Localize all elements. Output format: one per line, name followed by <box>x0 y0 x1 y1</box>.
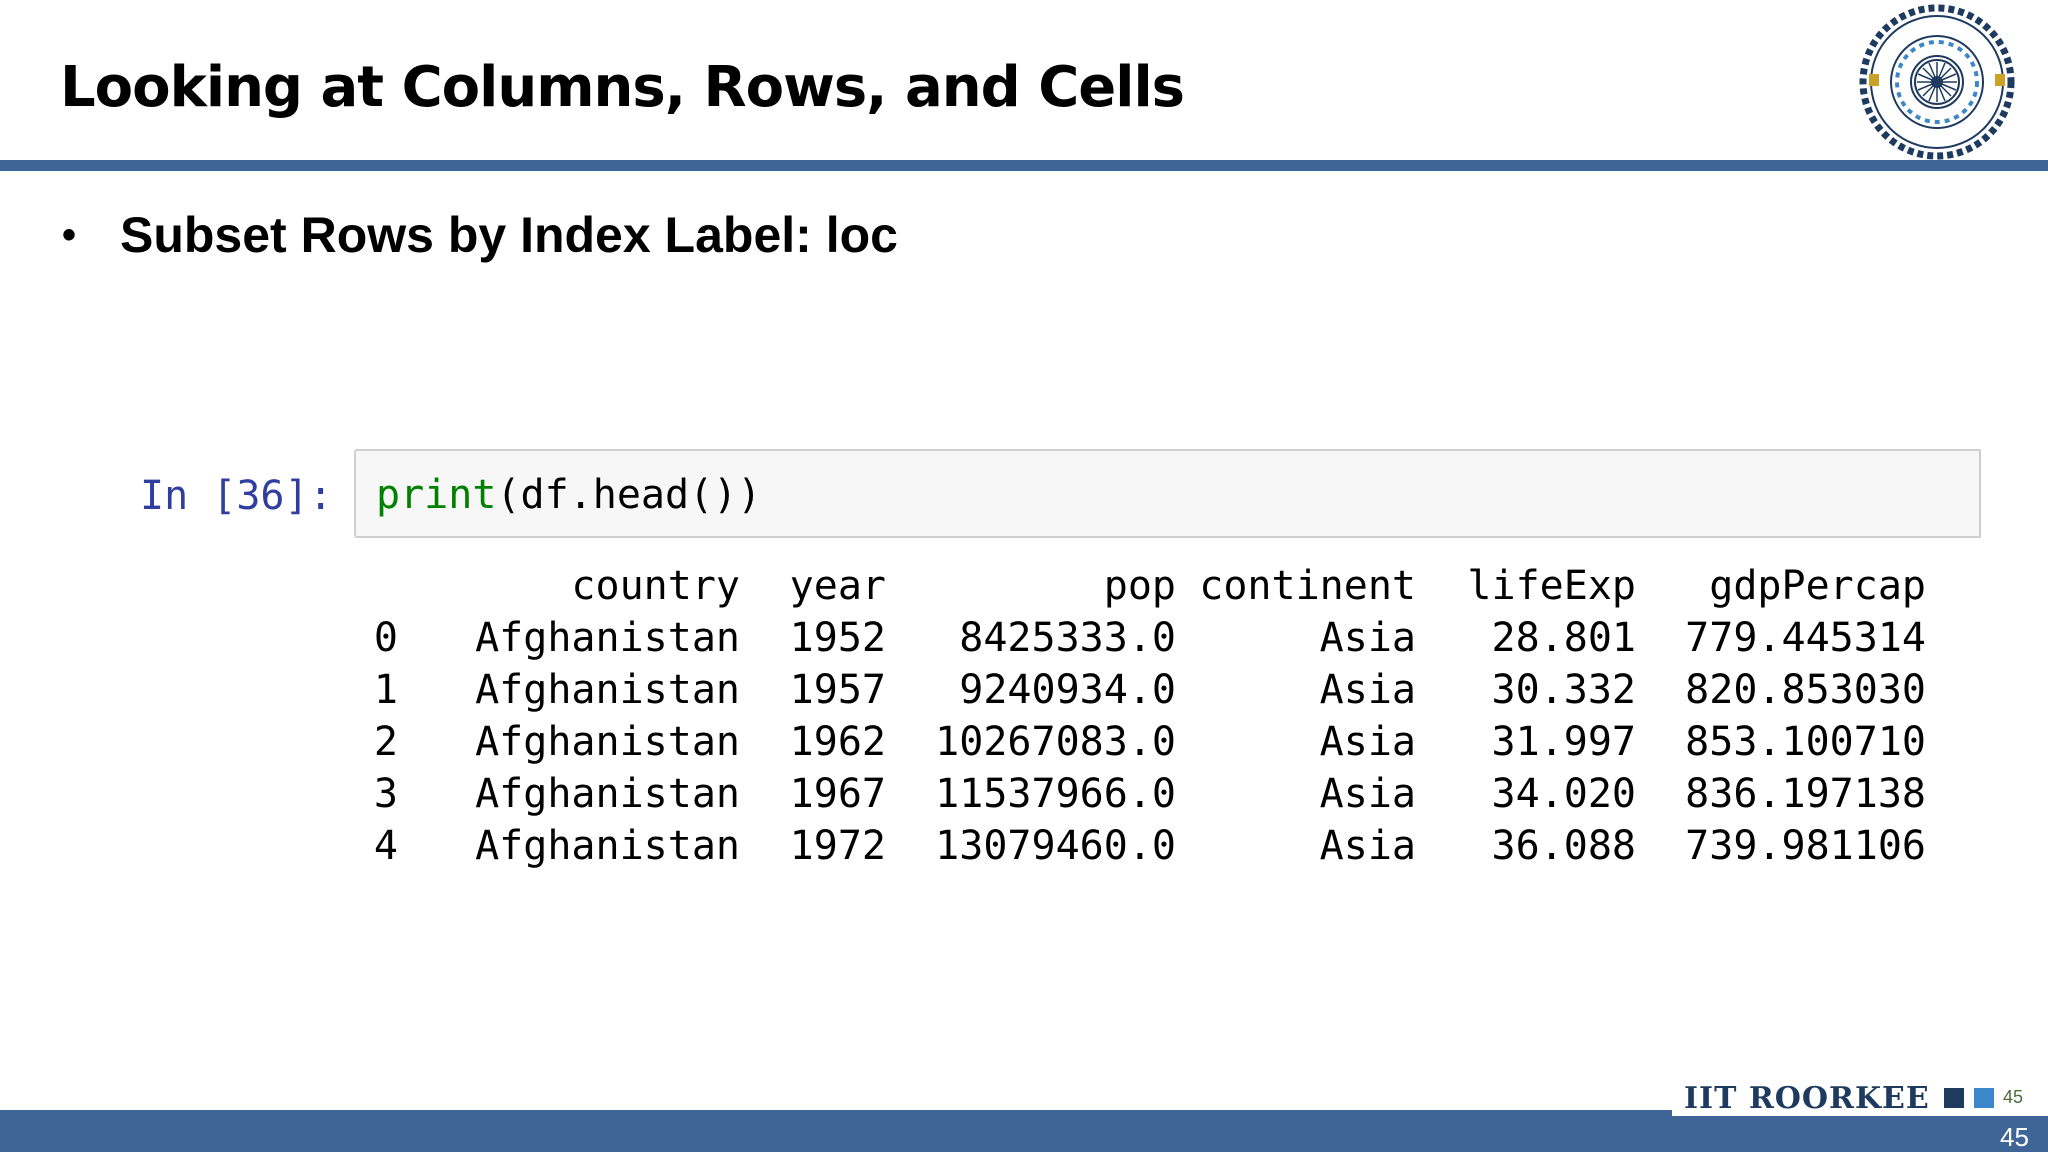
df-cell-gdpPercap: 779.445314 <box>1685 615 1926 661</box>
df-cell-lifeExp: 34.020 <box>1491 771 1637 817</box>
df-row: 1 Afghanistan 1957 9240934.0 Asia 30.332 820.8… <box>368 664 1926 716</box>
dataframe-output: country year pop continent lifeExp gdpPercap 0… <box>368 560 1926 872</box>
footer-mini-number: 45 <box>2003 1087 2024 1107</box>
brand-square-icon <box>1973 1088 1994 1108</box>
brand-square-icon <box>1943 1088 1964 1108</box>
df-cell-index: 4 <box>373 823 398 869</box>
df-row: 2 Afghanistan 1962 10267083.0 Asia 31.997 853.… <box>368 716 1926 768</box>
df-cell-index: 3 <box>373 771 398 817</box>
footer-brand: IIT ROORKEE <box>1684 1080 1930 1116</box>
header-divider <box>0 160 2048 171</box>
df-cell-index: 0 <box>373 615 398 661</box>
df-cell-continent: Asia <box>1319 615 1416 661</box>
footer-bar <box>0 1110 2048 1152</box>
df-cell-country: Afghanistan <box>475 667 740 713</box>
df-cell-country: Afghanistan <box>475 823 740 869</box>
df-header-pop: pop <box>1103 563 1176 609</box>
df-cell-index: 2 <box>373 719 398 765</box>
df-row: 4 Afghanistan 1972 13079460.0 Asia 36.088 739.… <box>368 820 1926 872</box>
df-cell-index: 1 <box>373 667 398 713</box>
df-row: 0 Afghanistan 1952 8425333.0 Asia 28.801 779.4… <box>368 612 1926 664</box>
cell-prompt: In [36]: <box>140 473 333 519</box>
df-header-country: country <box>571 563 740 609</box>
df-cell-year: 1962 <box>789 719 886 765</box>
df-header-lifeExp: lifeExp <box>1467 563 1636 609</box>
bullet-marker-icon: • <box>62 213 77 257</box>
code-cell[interactable]: print(df.head()) <box>354 449 1981 538</box>
slide-title: Looking at Columns, Rows, and Cells <box>60 55 1185 120</box>
df-cell-pop: 10267083.0 <box>935 719 1176 765</box>
code-line: print(df.head()) <box>376 465 761 525</box>
df-cell-gdpPercap: 820.853030 <box>1685 667 1926 713</box>
df-header-gdpPercap: gdpPercap <box>1709 563 1926 609</box>
df-cell-pop: 11537966.0 <box>935 771 1176 817</box>
df-cell-pop: 8425333.0 <box>959 615 1176 661</box>
df-header-continent: continent <box>1199 563 1416 609</box>
df-cell-continent: Asia <box>1319 823 1416 869</box>
df-cell-gdpPercap: 853.100710 <box>1685 719 1926 765</box>
page-number: 45 <box>2000 1122 2029 1152</box>
df-cell-country: Afghanistan <box>475 615 740 661</box>
bullet-text: Subset Rows by Index Label: loc <box>120 207 898 263</box>
df-header-index <box>368 560 398 612</box>
df-header-row: country year pop continent lifeExp gdpPercap <box>368 560 1926 612</box>
df-cell-year: 1972 <box>789 823 886 869</box>
df-cell-pop: 9240934.0 <box>959 667 1176 713</box>
df-cell-gdpPercap: 739.981106 <box>1685 823 1926 869</box>
footer-brand-box: IIT ROORKEE <box>1672 1080 2048 1116</box>
df-cell-continent: Asia <box>1319 719 1416 765</box>
df-header-year: year <box>789 563 886 609</box>
bullet-point: • Subset Rows by Index Label: loc <box>62 200 898 270</box>
df-cell-lifeExp: 30.332 <box>1491 667 1637 713</box>
df-cell-lifeExp: 31.997 <box>1491 719 1637 765</box>
df-cell-gdpPercap: 836.197138 <box>1685 771 1926 817</box>
df-cell-lifeExp: 28.801 <box>1491 615 1637 661</box>
df-cell-country: Afghanistan <box>475 719 740 765</box>
df-cell-year: 1952 <box>789 615 886 661</box>
code-args: (df.head()) <box>496 472 762 518</box>
df-cell-country: Afghanistan <box>475 771 740 817</box>
df-row: 3 Afghanistan 1967 11537966.0 Asia 34.020 836.… <box>368 768 1926 820</box>
df-cell-continent: Asia <box>1319 667 1416 713</box>
df-cell-pop: 13079460.0 <box>935 823 1176 869</box>
df-cell-lifeExp: 36.088 <box>1491 823 1637 869</box>
df-cell-year: 1967 <box>789 771 886 817</box>
code-builtin: print <box>376 472 497 518</box>
df-cell-continent: Asia <box>1319 771 1416 817</box>
iit-roorkee-logo-icon <box>1832 2 2042 162</box>
df-cell-year: 1957 <box>789 667 886 713</box>
